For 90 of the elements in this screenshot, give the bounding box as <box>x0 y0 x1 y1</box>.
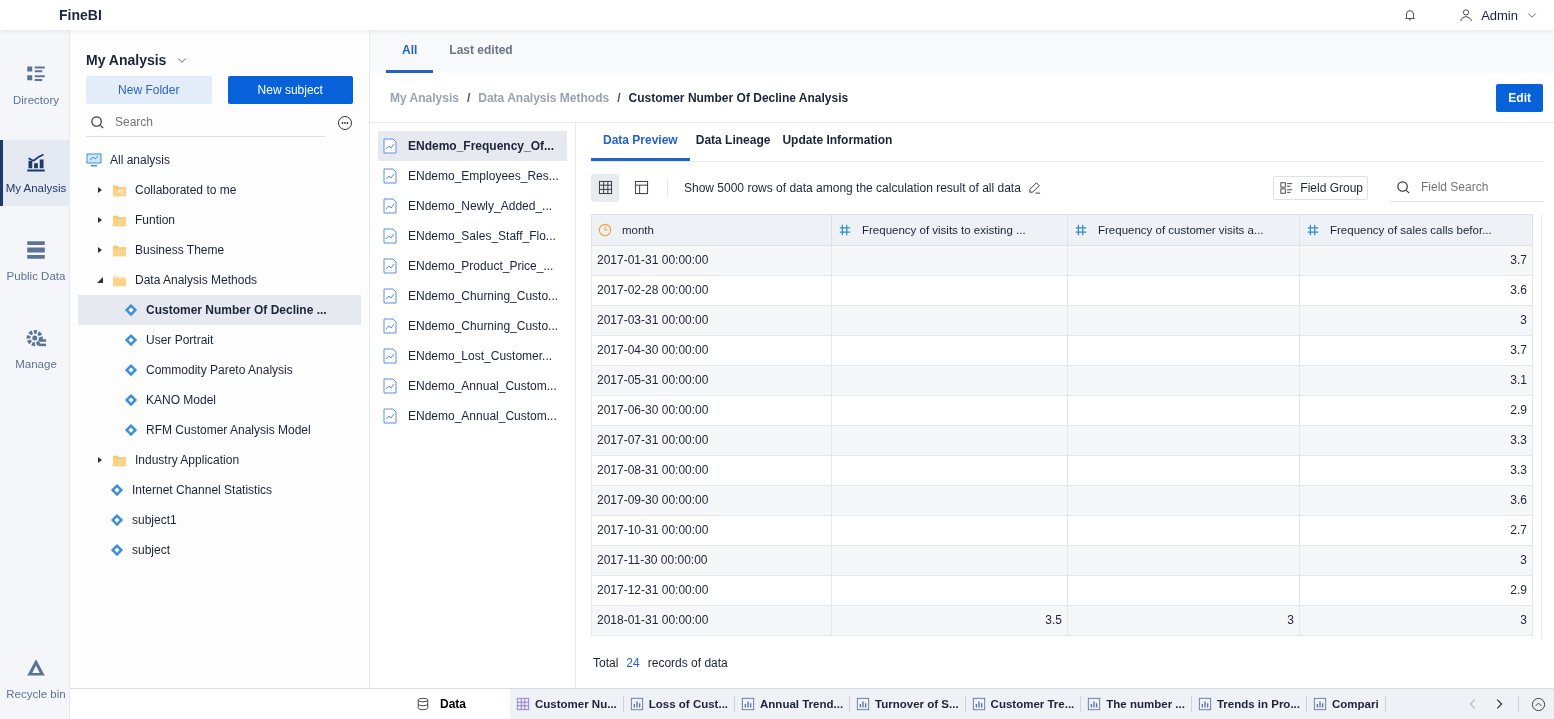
sheet-tab[interactable]: Customer Tre... <box>965 696 1082 712</box>
tree-item[interactable]: RFM Customer Analysis Model <box>78 415 361 445</box>
new-subject-button[interactable]: New subject <box>227 76 353 104</box>
column-header[interactable]: Frequency of sales calls befor... <box>1299 214 1533 245</box>
dataset-item[interactable]: ENdemo_Churning_Custo... <box>378 281 567 311</box>
table-cell: 2017-08-31 00:00:00 <box>591 455 832 485</box>
info-text: Show 5000 rows of data among the calculation result of all data <box>684 180 1021 195</box>
table-cell: 3.3 <box>1299 455 1533 485</box>
tree-item[interactable]: Internet Channel Statistics <box>78 475 361 505</box>
rail-item[interactable]: Recycle bin <box>0 639 69 719</box>
tree-item[interactable]: Business Theme <box>78 235 361 265</box>
tab[interactable]: Update Information <box>776 123 899 161</box>
dataset-item[interactable]: ENdemo_Annual_Custom... <box>378 371 567 401</box>
table-cell: 2.7 <box>1299 515 1533 545</box>
table-cell: 3.6 <box>1299 485 1533 515</box>
sheet-tab[interactable]: Annual Trend... <box>735 696 851 712</box>
tab[interactable]: All <box>386 30 434 73</box>
table-cell: 2017-04-30 00:00:00 <box>591 335 832 365</box>
table-cell: 2.9 <box>1299 395 1533 425</box>
sheet-tab[interactable]: The number ... <box>1081 696 1192 712</box>
sheet-tab[interactable]: Loss of Cust... <box>623 696 736 712</box>
table-cell: 3 <box>1299 605 1533 635</box>
column-header[interactable]: Frequency of visits to existing ... <box>831 214 1068 245</box>
sheet-tab[interactable]: Compari <box>1307 696 1386 712</box>
tree-item[interactable]: Customer Number Of Decline ... <box>78 295 361 325</box>
table-cell: 3.6 <box>1299 275 1533 305</box>
dataset-item[interactable]: ENdemo_Sales_Staff_Flo... <box>378 221 567 251</box>
tree-item[interactable]: Data Analysis Methods <box>78 265 361 295</box>
table-cell: 3.5 <box>831 605 1068 635</box>
rail-item[interactable]: Directory <box>0 52 69 118</box>
table-cell: 2017-10-31 00:00:00 <box>591 515 832 545</box>
table-cell: 3.7 <box>1299 335 1533 365</box>
user-name[interactable]: Admin <box>1481 7 1518 23</box>
rail-item[interactable]: My Analysis <box>0 140 69 206</box>
table-cell: 3.3 <box>1299 425 1533 455</box>
tab[interactable]: Last edited <box>433 30 529 73</box>
rail-item[interactable]: Public Data <box>0 228 69 294</box>
tree-item[interactable]: subject1 <box>78 505 361 535</box>
field-group-button[interactable]: Field Group <box>1273 175 1368 200</box>
table-cell: 2017-11-30 00:00:00 <box>591 545 832 575</box>
table-cell: 3.1 <box>1299 365 1533 395</box>
dataset-item[interactable]: ENdemo_Lost_Customer... <box>378 341 567 371</box>
tab[interactable]: Data Lineage <box>689 123 777 161</box>
table-cell: 2017-09-30 00:00:00 <box>591 485 832 515</box>
tree-item[interactable]: Commodity Pareto Analysis <box>78 355 361 385</box>
breadcrumb-separator: / <box>466 90 471 105</box>
table-cell: 3 <box>1299 305 1533 335</box>
table-cell: 2017-01-31 00:00:00 <box>591 245 832 275</box>
table-cell: 2017-07-31 00:00:00 <box>591 425 832 455</box>
tree-item[interactable]: Funtion <box>78 205 361 235</box>
dataset-item[interactable]: ENdemo_Frequency_Of... <box>378 131 567 161</box>
column-header[interactable]: Frequency of customer visits a... <box>1067 214 1300 245</box>
table-cell: 2017-12-31 00:00:00 <box>591 575 832 605</box>
table-cell: 2018-01-31 00:00:00 <box>591 605 832 635</box>
dataset-item[interactable]: ENdemo_Newly_Added_... <box>378 191 567 221</box>
tab[interactable]: Data Preview <box>591 123 690 161</box>
dataset-item[interactable]: ENdemo_Product_Price_... <box>378 251 567 281</box>
total-label: Total <box>593 656 619 671</box>
tree-item[interactable]: All analysis <box>78 145 361 175</box>
table-cell: 2.9 <box>1299 575 1533 605</box>
table-cell: 2017-03-31 00:00:00 <box>591 305 832 335</box>
sheet-tab[interactable]: Customer Nu... <box>510 696 624 712</box>
tree-item[interactable]: subject <box>78 535 361 565</box>
table-cell: 2017-06-30 00:00:00 <box>591 395 832 425</box>
sheet-tab[interactable]: Trends in Pro... <box>1191 696 1307 712</box>
new-folder-button[interactable]: New Folder <box>86 76 212 104</box>
record-count: 24 <box>626 656 640 671</box>
search-field[interactable]: Search <box>113 114 325 130</box>
panel-title: My Analysis <box>86 52 167 68</box>
table-cell: 3 <box>1067 605 1300 635</box>
total-suffix: records of data <box>647 656 728 671</box>
dataset-item[interactable]: ENdemo_Employees_Res... <box>378 161 567 191</box>
tree-item[interactable]: Industry Application <box>78 445 361 475</box>
dataset-item[interactable]: ENdemo_Churning_Custo... <box>378 311 567 341</box>
rail-item[interactable]: Manage <box>0 316 69 382</box>
sheet-tab[interactable]: Turnover of S... <box>850 696 966 712</box>
table-cell: 2017-02-28 00:00:00 <box>591 275 832 305</box>
column-header[interactable]: month <box>591 214 832 245</box>
tree-item[interactable]: KANO Model <box>78 385 361 415</box>
breadcrumb-item: Customer Number Of Decline Analysis <box>628 90 849 105</box>
dataset-item[interactable]: ENdemo_Annual_Custom... <box>378 401 567 431</box>
edit-button[interactable]: Edit <box>1496 83 1543 112</box>
table-cell: 2017-05-31 00:00:00 <box>591 365 832 395</box>
app-logo: FineBI <box>59 7 102 23</box>
table-cell: 3.7 <box>1299 245 1533 275</box>
data-tab[interactable]: Data <box>70 689 510 719</box>
table-cell: 3 <box>1299 545 1533 575</box>
breadcrumb-separator: / <box>617 90 621 105</box>
tree-item[interactable]: User Portrait <box>78 325 361 355</box>
tree-item[interactable]: Collaborated to me <box>78 175 361 205</box>
